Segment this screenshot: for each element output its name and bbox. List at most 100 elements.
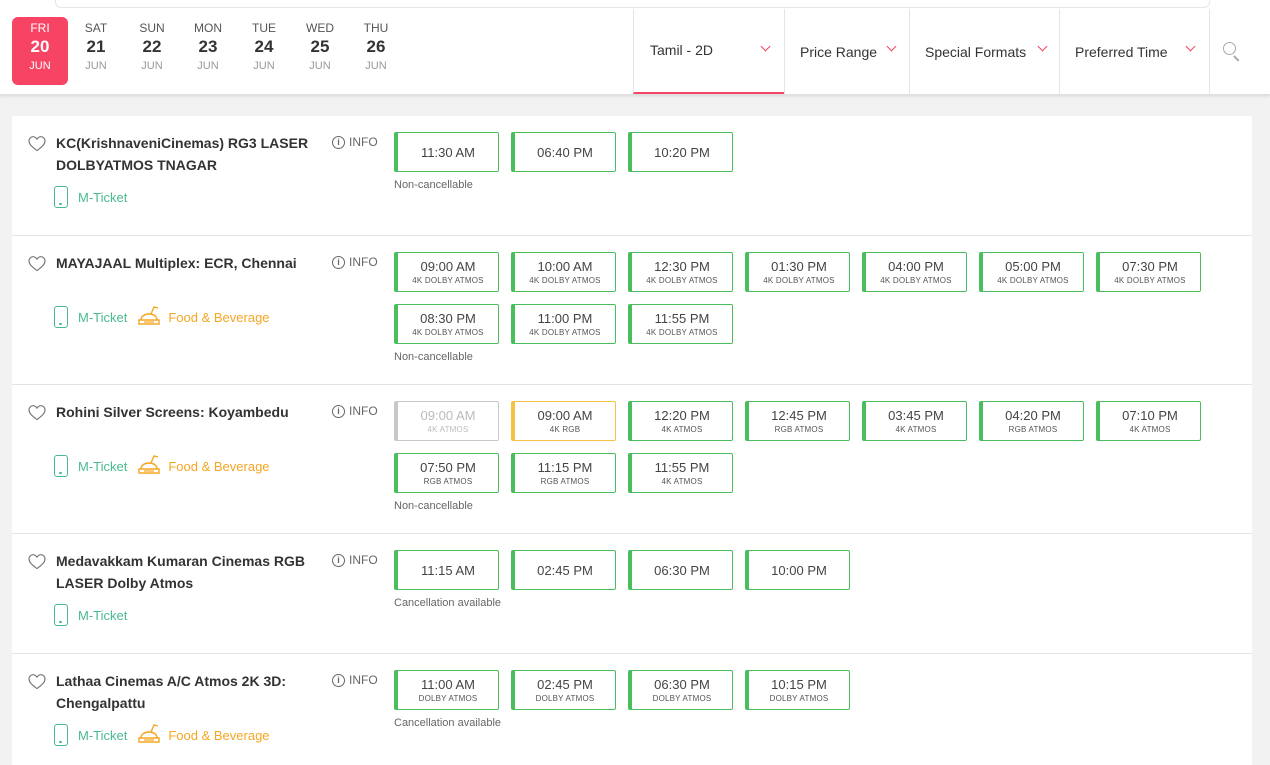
showtime-button[interactable]: 02:45 PM DOLBY ATMOS	[511, 670, 616, 710]
showtime-button[interactable]: 11:15 AM	[394, 550, 499, 590]
showtime-button[interactable]: 10:00 PM	[745, 550, 850, 590]
showtime-format: 4K DOLBY ATMOS	[529, 327, 601, 337]
showtime-time: 10:00 PM	[771, 562, 827, 578]
info-button[interactable]: i INFO	[332, 404, 378, 418]
showtime-button[interactable]: 11:55 PM 4K ATMOS	[628, 453, 733, 493]
price-range-filter[interactable]: Price Range	[784, 9, 909, 94]
venue-name[interactable]: Rohini Silver Screens: Koyambedu	[56, 401, 311, 423]
showtime-time: 07:30 PM	[1122, 258, 1178, 274]
showtime-button: 09:00 AM 4K ATMOS	[394, 401, 499, 441]
date-month: JUN	[29, 60, 51, 72]
m-ticket-label: M-Ticket	[78, 607, 128, 623]
cancellation-note: Non-cancellable	[394, 179, 473, 191]
language-filter[interactable]: Tamil - 2D	[633, 9, 784, 94]
date-weekday: FRI	[30, 21, 50, 35]
venue-name[interactable]: KC(KrishnaveniCinemas) RG3 LASER DOLBYAT…	[56, 132, 311, 176]
cancellation-note: Non-cancellable	[394, 500, 473, 512]
showtime-button[interactable]: 10:00 AM 4K DOLBY ATMOS	[511, 252, 616, 292]
showtime-time: 06:30 PM	[654, 676, 710, 692]
venue-name[interactable]: Lathaa Cinemas A/C Atmos 2K 3D: Chengalp…	[56, 670, 311, 714]
date-22[interactable]: SUN 22 JUN	[124, 17, 180, 85]
heart-icon[interactable]	[28, 405, 46, 421]
showtime-button[interactable]: 10:20 PM	[628, 132, 733, 172]
m-ticket-label: M-Ticket	[78, 189, 128, 205]
venue-name[interactable]: Medavakkam Kumaran Cinemas RGB LASER Dol…	[56, 550, 311, 594]
showtime-time: 09:00 AM	[537, 407, 593, 423]
language-filter-label: Tamil - 2D	[650, 41, 714, 58]
showtime-time: 07:50 PM	[420, 459, 476, 475]
info-button[interactable]: i INFO	[332, 673, 378, 687]
info-button[interactable]: i INFO	[332, 553, 378, 567]
heart-icon[interactable]	[28, 136, 46, 152]
special-formats-filter[interactable]: Special Formats	[909, 9, 1059, 94]
showtime-button[interactable]: 12:45 PM RGB ATMOS	[745, 401, 850, 441]
date-month: JUN	[197, 60, 219, 72]
showtime-button[interactable]: 09:00 AM 4K DOLBY ATMOS	[394, 252, 499, 292]
showtime-time: 11:00 AM	[421, 676, 475, 692]
showtime-button[interactable]: 12:30 PM 4K DOLBY ATMOS	[628, 252, 733, 292]
showtime-button[interactable]: 04:20 PM RGB ATMOS	[979, 401, 1084, 441]
special-formats-label: Special Formats	[925, 43, 1027, 60]
showtime-format: 4K DOLBY ATMOS	[412, 327, 484, 337]
showtime-time: 10:20 PM	[654, 144, 710, 160]
showtime-button[interactable]: 03:45 PM 4K ATMOS	[862, 401, 967, 441]
showtime-format: 4K DOLBY ATMOS	[997, 275, 1069, 285]
date-20[interactable]: FRI 20 JUN	[12, 17, 68, 85]
showtimes: 09:00 AM 4K ATMOS 09:00 AM 4K RGB 12:20 PM 4K…	[394, 401, 1214, 512]
date-26[interactable]: THU 26 JUN	[348, 17, 404, 85]
showtime-time: 10:15 PM	[771, 676, 827, 692]
date-weekday: WED	[306, 21, 334, 35]
info-button[interactable]: i INFO	[332, 135, 378, 149]
showtime-button[interactable]: 07:50 PM RGB ATMOS	[394, 453, 499, 493]
showtime-time: 04:20 PM	[1005, 407, 1061, 423]
mobile-phone-icon	[54, 724, 68, 746]
showtime-button[interactable]: 07:30 PM 4K DOLBY ATMOS	[1096, 252, 1201, 292]
showtime-button[interactable]: 11:00 PM 4K DOLBY ATMOS	[511, 304, 616, 344]
info-button[interactable]: i INFO	[332, 255, 378, 269]
showtime-button[interactable]: 07:10 PM 4K ATMOS	[1096, 401, 1201, 441]
showtime-button[interactable]: 09:00 AM 4K RGB	[511, 401, 616, 441]
showtime-button[interactable]: 11:15 PM RGB ATMOS	[511, 453, 616, 493]
heart-icon[interactable]	[28, 554, 46, 570]
showtime-time: 12:20 PM	[654, 407, 710, 423]
showtime-time: 02:45 PM	[537, 676, 593, 692]
showtime-button[interactable]: 11:30 AM	[394, 132, 499, 172]
showtime-format: 4K ATMOS	[661, 476, 703, 486]
date-25[interactable]: WED 25 JUN	[292, 17, 348, 85]
venue-card: MAYAJAAL Multiplex: ECR, Chennai i INFO M-T…	[12, 236, 1252, 385]
showtime-button[interactable]: 06:40 PM	[511, 132, 616, 172]
showtime-button[interactable]: 01:30 PM 4K DOLBY ATMOS	[745, 252, 850, 292]
date-weekday: SAT	[84, 21, 108, 35]
filter-bar: FRI 20 JUN SAT 21 JUN SUN 22 JUN MON 23 JUN TUE 24 JUN…	[0, 0, 1270, 95]
showtime-button[interactable]: 04:00 PM 4K DOLBY ATMOS	[862, 252, 967, 292]
showtime-button[interactable]: 10:15 PM DOLBY ATMOS	[745, 670, 850, 710]
showtime-button[interactable]: 11:00 AM DOLBY ATMOS	[394, 670, 499, 710]
date-21[interactable]: SAT 21 JUN	[68, 17, 124, 85]
showtime-format: 4K ATMOS	[427, 424, 469, 434]
preferred-time-filter[interactable]: Preferred Time	[1059, 9, 1209, 94]
showtime-button[interactable]: 02:45 PM	[511, 550, 616, 590]
heart-icon[interactable]	[28, 674, 46, 690]
venue-card: Lathaa Cinemas A/C Atmos 2K 3D: Chengalp…	[12, 654, 1252, 765]
venue-name[interactable]: MAYAJAAL Multiplex: ECR, Chennai	[56, 252, 311, 274]
showtime-format: 4K DOLBY ATMOS	[1114, 275, 1186, 285]
heart-icon[interactable]	[28, 256, 46, 272]
food-icon	[137, 724, 161, 746]
m-ticket-label: M-Ticket	[78, 727, 128, 743]
showtime-button[interactable]: 06:30 PM	[628, 550, 733, 590]
search-button[interactable]	[1209, 9, 1270, 94]
showtime-button[interactable]: 12:20 PM 4K ATMOS	[628, 401, 733, 441]
showtime-format: RGB ATMOS	[774, 424, 824, 434]
date-23[interactable]: MON 23 JUN	[180, 17, 236, 85]
showtime-time: 02:45 PM	[537, 562, 593, 578]
date-weekday: THU	[363, 21, 389, 35]
date-month: JUN	[253, 60, 275, 72]
showtime-button[interactable]: 08:30 PM 4K DOLBY ATMOS	[394, 304, 499, 344]
food-beverage-label: Food & Beverage	[168, 458, 270, 474]
showtime-button[interactable]: 06:30 PM DOLBY ATMOS	[628, 670, 733, 710]
showtime-button[interactable]: 11:55 PM 4K DOLBY ATMOS	[628, 304, 733, 344]
date-24[interactable]: TUE 24 JUN	[236, 17, 292, 85]
date-weekday: MON	[194, 21, 222, 35]
showtime-button[interactable]: 05:00 PM 4K DOLBY ATMOS	[979, 252, 1084, 292]
showtime-row: 11:15 AM 02:45 PM 06:30 PM 10:00 PM	[394, 550, 1214, 590]
